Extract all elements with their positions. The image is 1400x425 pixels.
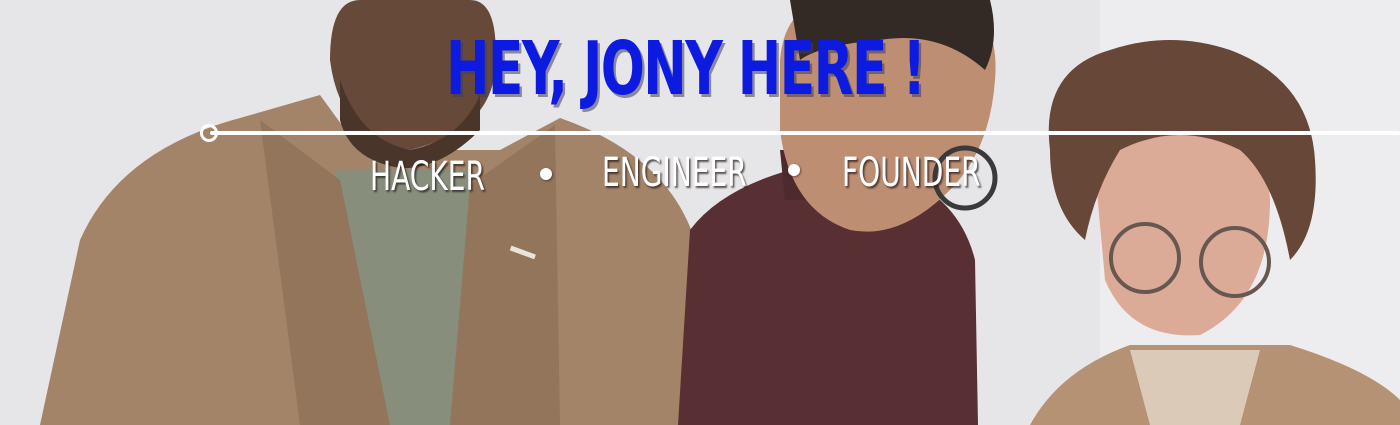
tagline-engineer: ENGINEER <box>602 150 747 196</box>
divider-start-dot <box>200 124 218 142</box>
tagline-separator-dot <box>540 168 552 180</box>
hero-section: HEY, JONY HERE ! HACKER ENGINEER FOUNDER <box>0 0 1400 425</box>
tagline-founder: FOUNDER <box>842 150 981 196</box>
tagline-separator-dot <box>788 164 800 176</box>
tagline-hacker: HACKER <box>370 154 486 200</box>
divider-line <box>210 131 1400 135</box>
hero-headline: HEY, JONY HERE ! <box>446 26 926 112</box>
